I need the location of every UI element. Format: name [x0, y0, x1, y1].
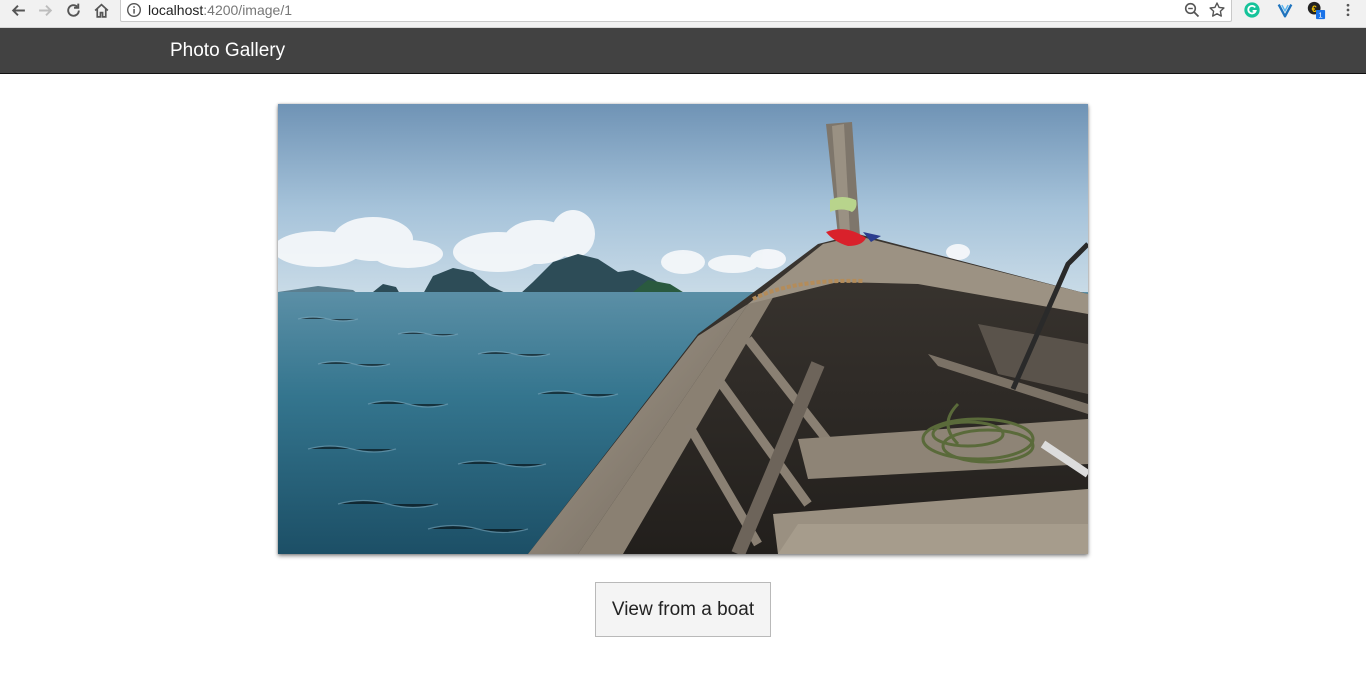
url-text[interactable]: localhost:4200/image/1	[148, 2, 292, 18]
zoom-icon[interactable]	[1183, 1, 1201, 19]
address-bar[interactable]: localhost:4200/image/1	[120, 0, 1232, 22]
back-button[interactable]	[4, 0, 32, 20]
reload-icon	[66, 3, 80, 17]
forward-arrow-icon	[38, 4, 52, 16]
gallery-photo	[278, 104, 1088, 554]
forward-button[interactable]	[31, 0, 59, 20]
back-arrow-icon	[11, 4, 25, 16]
reload-button[interactable]	[59, 0, 87, 20]
grammarly-icon	[1244, 2, 1260, 18]
url-host: localhost	[148, 2, 204, 18]
url-path: :4200/image/1	[203, 2, 292, 18]
svg-text:€: €	[1312, 4, 1317, 14]
home-icon	[94, 3, 108, 18]
kebab-menu-icon	[1346, 3, 1350, 17]
app-title[interactable]: Photo Gallery	[170, 39, 285, 63]
info-icon[interactable]	[126, 2, 142, 18]
extension-badge-count: 1	[1318, 11, 1322, 20]
caption-button[interactable]: View from a boat	[595, 582, 771, 637]
coin-icon: € 1	[1307, 1, 1326, 20]
vpn-extension[interactable]	[1275, 0, 1295, 20]
coin-extension[interactable]: € 1	[1306, 0, 1326, 20]
boat-photo-illustration	[278, 104, 1088, 554]
bookmark-star-icon[interactable]	[1208, 1, 1226, 19]
v-shield-icon	[1277, 4, 1293, 18]
home-button[interactable]	[87, 0, 115, 20]
grammarly-extension[interactable]	[1242, 0, 1262, 20]
browser-menu-button[interactable]	[1338, 0, 1358, 20]
app-header: Photo Gallery	[0, 28, 1366, 74]
browser-toolbar: localhost:4200/image/1 € 1	[0, 0, 1366, 28]
